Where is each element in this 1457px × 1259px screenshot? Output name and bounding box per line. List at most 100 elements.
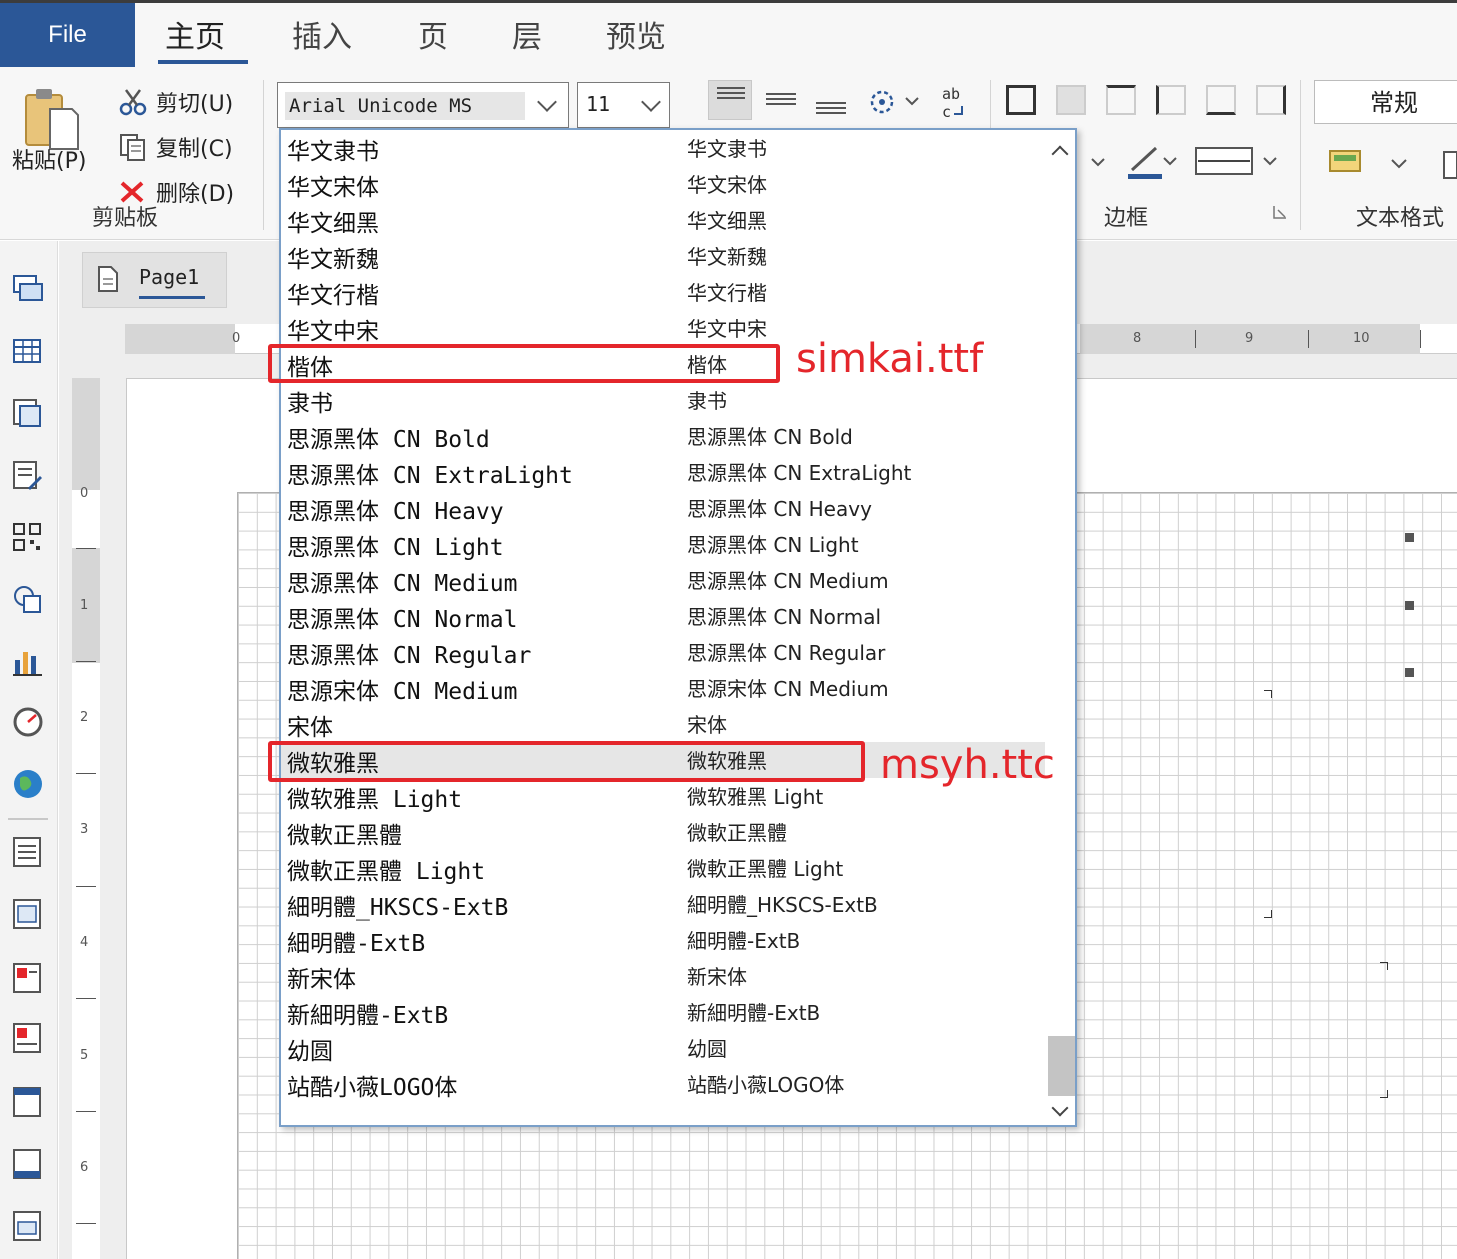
qr-code-tool-icon[interactable] [12,522,44,554]
resize-handle[interactable] [1405,601,1414,610]
format-painter-icon[interactable] [1438,148,1457,182]
font-preview: 华文宋体 [687,173,767,197]
resize-handle[interactable] [1405,668,1414,677]
font-name: 細明體-ExtB [287,931,426,957]
border-style-icon[interactable] [1194,144,1284,180]
font-list-item[interactable]: 細明體-ExtB 細明體-ExtB [281,922,1045,958]
text-style-combo[interactable]: 常规 [1314,80,1457,124]
font-list-item[interactable]: 华文隶书 华文隶书 [281,130,1045,166]
font-list-item[interactable]: 隶书 隶书 [281,382,1045,418]
tab-home[interactable]: 主页 [165,12,225,56]
group-header-icon[interactable] [12,962,44,994]
report-footer-icon[interactable] [12,1210,44,1242]
wrap-text-icon[interactable]: ab c [940,84,974,120]
border-left-button[interactable] [1156,85,1186,115]
copy-button[interactable]: 复制(C) [118,130,233,164]
align-line [766,103,796,105]
font-list-item[interactable]: 思源黑体 CN Regular 思源黑体 CN Regular [281,634,1045,670]
font-name: 思源宋体 CN Medium [287,679,518,705]
font-list-item[interactable]: 思源黑体 CN Heavy 思源黑体 CN Heavy [281,490,1045,526]
font-list-item[interactable]: 思源黑体 CN Light 思源黑体 CN Light [281,526,1045,562]
margin-corner-mark [1264,690,1272,698]
scissors-icon [119,89,147,116]
font-name-combo[interactable]: Arial Unicode MS [277,82,569,128]
border-none-button[interactable] [1056,85,1086,115]
align-top-button[interactable] [708,80,752,120]
font-name: 新宋体 [287,967,356,993]
font-list-item[interactable]: 新宋体 新宋体 [281,958,1045,994]
copy-icon [120,134,145,161]
ruler-number: 8 [1133,331,1142,346]
page-footer-icon[interactable] [12,1148,44,1180]
page-tab[interactable]: Page1 [82,252,227,308]
font-name: 隶书 [287,391,333,417]
clipboard-group-label: 剪贴板 [92,206,159,231]
table-tool-icon[interactable] [12,336,44,368]
paste-button[interactable]: 粘贴(P) [12,143,86,175]
font-list-item[interactable]: 华文行楷 华文行楷 [281,274,1045,310]
font-size-combo[interactable]: 11 [577,82,670,128]
chart-tool-icon[interactable] [12,646,44,678]
gauge-tool-icon[interactable] [12,706,44,738]
align-middle-button[interactable] [760,80,804,120]
font-list-item[interactable]: 思源黑体 CN Medium 思源黑体 CN Medium [281,562,1045,598]
font-list-item[interactable]: 华文新魏 华文新魏 [281,238,1045,274]
ruler-number: 5 [80,1048,89,1063]
dialog-launcher-icon[interactable] [1272,204,1288,220]
rotate-text-icon[interactable] [866,86,922,118]
font-list-item[interactable]: 思源黑体 CN ExtraLight 思源黑体 CN ExtraLight [281,454,1045,490]
font-list-item[interactable]: 站酷小薇LOGO体 站酷小薇LOGO体 [281,1066,1045,1102]
tab-page[interactable]: 页 [418,12,448,56]
chevron-down-icon[interactable] [1078,145,1108,179]
font-name: 站酷小薇LOGO体 [287,1075,458,1101]
align-bottom-button[interactable] [810,80,854,120]
ruler-number: 3 [80,822,89,837]
resize-handle[interactable] [1405,533,1414,542]
dropdown-scrollbar[interactable] [1047,130,1075,1125]
border-top-button[interactable] [1106,85,1136,115]
border-bottom-button[interactable] [1206,85,1236,115]
border-right-button[interactable] [1256,85,1286,115]
font-list-item[interactable]: 微軟正黑體 Light 微軟正黑體 Light [281,850,1045,886]
shape-tool-icon[interactable] [12,584,44,616]
font-dropdown-list[interactable]: 站酷小薇LOGO体 站酷小薇LOGO体 幼圆 幼圆 新細明體-ExtB 新細明體-ExtB… [279,128,1077,1127]
ruler-number: 10 [1353,331,1370,346]
font-preview: 华文行楷 [687,281,767,305]
detail-band-icon[interactable] [12,898,44,930]
annotation-label-yahei: msyh.ttc [880,742,1055,788]
cut-button[interactable]: 剪切(U) [118,85,233,119]
tab-file[interactable]: File [0,3,135,67]
tab-layer[interactable]: 层 [512,12,542,56]
scrollbar-thumb[interactable] [1048,1036,1075,1096]
group-footer-icon[interactable] [12,1022,44,1054]
text-box-tool-icon[interactable] [12,272,44,304]
font-list-item[interactable]: 細明體_HKSCS-ExtB 細明體_HKSCS-ExtB [281,886,1045,922]
font-name: 华文中宋 [287,319,379,345]
align-line [717,92,745,94]
font-list-item[interactable]: 宋体 宋体 [281,706,1045,742]
tab-insert[interactable]: 插入 [292,12,352,56]
tab-preview[interactable]: 预览 [606,12,666,56]
page-header-icon[interactable] [12,1086,44,1118]
list-tool-icon[interactable] [12,460,44,492]
font-list-item[interactable]: 微軟正黑體 微軟正黑體 [281,814,1045,850]
report-header-icon[interactable] [12,836,44,868]
font-preview: 思源宋体 CN Medium [687,677,889,701]
font-list-item[interactable]: 思源宋体 CN Medium 思源宋体 CN Medium [281,670,1045,706]
border-all-button[interactable] [1006,85,1036,115]
text-format-icon[interactable] [1326,145,1370,181]
cross-table-tool-icon[interactable] [12,398,44,430]
globe-map-tool-icon[interactable] [12,768,44,800]
ruler-tick [76,1111,96,1112]
font-preview: 宋体 [687,713,727,737]
font-list-item[interactable]: 思源黑体 CN Bold 思源黑体 CN Bold [281,418,1045,454]
font-list-item[interactable]: 思源黑体 CN Normal 思源黑体 CN Normal [281,598,1045,634]
font-list-item[interactable]: 新細明體-ExtB 新細明體-ExtB [281,994,1045,1030]
font-list-item[interactable]: 华文宋体 华文宋体 [281,166,1045,202]
font-list-item[interactable]: 幼圆 幼圆 [281,1030,1045,1066]
border-group-label: 边框 [1104,206,1149,231]
paste-icon[interactable] [22,85,80,151]
font-list-item[interactable]: 华文细黑 华文细黑 [281,202,1045,238]
border-color-icon[interactable] [1126,142,1180,182]
chevron-down-icon[interactable] [1388,152,1410,174]
